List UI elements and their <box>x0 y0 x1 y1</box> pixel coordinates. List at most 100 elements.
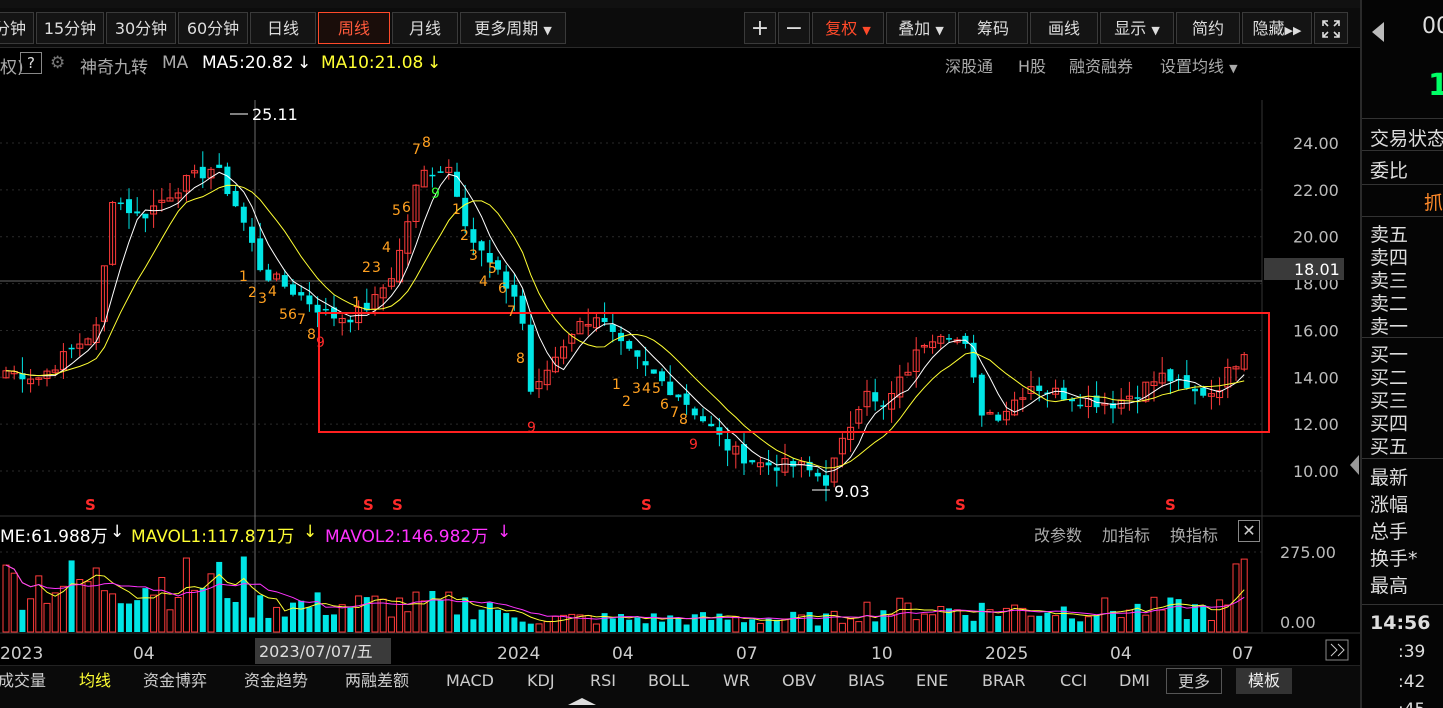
candle-body-down <box>265 269 272 281</box>
candle-body-down <box>814 472 821 477</box>
period-60min[interactable]: 60分钟 <box>178 12 248 44</box>
volume-bar-down <box>470 619 477 632</box>
grab-button[interactable]: 抓 <box>1424 188 1443 215</box>
zoom-out-button[interactable]: − <box>778 12 810 44</box>
volume-bar-up <box>445 591 453 633</box>
signal-s-marker: S <box>1165 496 1176 514</box>
volume-bar-up <box>953 609 961 633</box>
candle-body-down <box>322 308 329 311</box>
volume-bar-down <box>199 587 206 632</box>
candle-body-down <box>749 460 756 463</box>
magic-nine-marker: 3 <box>258 291 267 307</box>
close-icon[interactable]: ✕ <box>1238 520 1260 542</box>
help-icon[interactable]: ? <box>20 52 42 74</box>
candle-body-down <box>765 462 772 466</box>
draw-line-button[interactable]: 画线 <box>1030 12 1098 44</box>
volume-value: ME:61.988万 <box>0 527 108 547</box>
tab-cci[interactable]: CCI <box>1060 668 1087 694</box>
ma-label[interactable]: MA <box>162 53 188 73</box>
volume-bar-down <box>306 607 313 632</box>
switch-indicator-link[interactable]: 换指标 <box>1170 522 1218 546</box>
chevron-up-icon[interactable] <box>568 698 596 705</box>
tab-wr[interactable]: WR <box>723 668 750 694</box>
link-shenzhen-connect[interactable]: 深股通 <box>945 53 993 77</box>
volume-bar-down <box>659 621 665 632</box>
volume-bar-up <box>150 594 158 633</box>
tab-ma[interactable]: 均线 <box>79 668 111 694</box>
tab-macd[interactable]: MACD <box>446 668 494 694</box>
edit-params-link[interactable]: 改参数 <box>1034 522 1082 546</box>
display-dropdown[interactable]: 显示 ▼ <box>1100 12 1174 44</box>
volume-bar-down <box>314 592 321 632</box>
add-indicator-link[interactable]: 加指标 <box>1102 522 1150 546</box>
candle-body-down <box>642 361 649 366</box>
tab-brar[interactable]: BRAR <box>982 668 1026 694</box>
volume-bar-up <box>1142 614 1150 633</box>
chips-button[interactable]: 筹码 <box>958 12 1028 44</box>
tab-bias[interactable]: BIAS <box>848 668 885 694</box>
divider <box>1362 337 1443 338</box>
volume-bar-up <box>543 621 551 633</box>
period-15min[interactable]: 15分钟 <box>36 12 104 44</box>
candle-body-down <box>1077 404 1084 407</box>
tab-fund-game[interactable]: 资金博弈 <box>143 668 207 694</box>
fullscreen-icon[interactable] <box>1314 12 1348 44</box>
hide-button[interactable]: 隐藏▶▶ <box>1242 12 1312 44</box>
volume-bar-down <box>363 597 370 632</box>
volume-bar-up <box>92 567 100 633</box>
volume-bar-up <box>355 595 363 633</box>
link-h-share[interactable]: H股 <box>1018 53 1046 77</box>
tab-fund-trend[interactable]: 资金趋势 <box>244 668 308 694</box>
volume-bar-down <box>814 625 821 632</box>
fuquan-dropdown[interactable]: 复权 ▼ <box>812 12 884 44</box>
overlay-dropdown[interactable]: 叠加 ▼ <box>886 12 956 44</box>
price-tick-label: 20.00 <box>1293 228 1339 247</box>
kline-chart[interactable]: 24.0022.0020.0018.0016.0014.0012.0010.00… <box>0 48 1360 665</box>
volume-bar-down <box>134 600 141 632</box>
set-ma-dropdown[interactable]: 设置均线 ▼ <box>1160 53 1238 77</box>
volume-bar-up <box>920 613 928 633</box>
link-margin-trading[interactable]: 融资融券 <box>1069 53 1133 77</box>
volume-bar-down <box>126 603 132 632</box>
volume-bar-up <box>1027 615 1035 633</box>
chevron-left-icon[interactable] <box>1372 22 1384 42</box>
period-30min[interactable]: 30分钟 <box>106 12 176 44</box>
volume-bar-down <box>429 590 436 632</box>
tab-ene[interactable]: ENE <box>916 668 948 694</box>
tab-volume[interactable]: 成交量 <box>0 668 46 694</box>
tab-kdj[interactable]: KDJ <box>527 668 555 694</box>
more-tabs-button[interactable]: 更多 <box>1166 668 1222 694</box>
gear-icon[interactable]: ⚙ <box>50 53 65 73</box>
volume-bar-down <box>609 618 616 632</box>
candle-body-down <box>142 213 149 219</box>
period-monthly[interactable]: 月线 <box>392 12 458 44</box>
tab-boll[interactable]: BOLL <box>648 668 689 694</box>
zoom-in-button[interactable]: + <box>744 12 776 44</box>
magic-nine-marker: 3 <box>632 381 641 397</box>
ma5-line <box>5 171 1245 473</box>
volume-bar-up <box>109 593 117 633</box>
tab-rsi[interactable]: RSI <box>590 668 616 694</box>
stock-code: 00 <box>1422 14 1443 39</box>
template-button[interactable]: 模板 <box>1236 668 1292 694</box>
volume-bar-up <box>387 616 395 633</box>
tab-obv[interactable]: OBV <box>782 668 816 694</box>
tab-margin-diff[interactable]: 两融差额 <box>345 668 409 694</box>
tab-dmi[interactable]: DMI <box>1119 668 1150 694</box>
magic-nine-label[interactable]: 神奇九转 <box>80 53 148 78</box>
magic-nine-marker: 8 <box>516 351 525 367</box>
period-daily[interactable]: 日线 <box>250 12 316 44</box>
period-weekly[interactable]: 周线 <box>318 12 390 44</box>
time-tick-label: 2024 <box>497 644 540 664</box>
chevron-left-icon[interactable] <box>1350 455 1359 475</box>
candle-body-down <box>659 371 665 382</box>
period-minute[interactable]: 分钟 <box>0 12 34 44</box>
divider <box>1362 118 1443 119</box>
bid5-label: 买五 <box>1370 436 1409 458</box>
volume-bar-down <box>1069 618 1075 632</box>
simple-mode-button[interactable]: 简约 <box>1176 12 1240 44</box>
candle-body-down <box>872 392 879 402</box>
chevron-down-icon: ▼ <box>1229 62 1238 75</box>
more-periods-dropdown[interactable]: 更多周期 ▼ <box>460 12 566 44</box>
volume-bar-down <box>634 617 641 632</box>
